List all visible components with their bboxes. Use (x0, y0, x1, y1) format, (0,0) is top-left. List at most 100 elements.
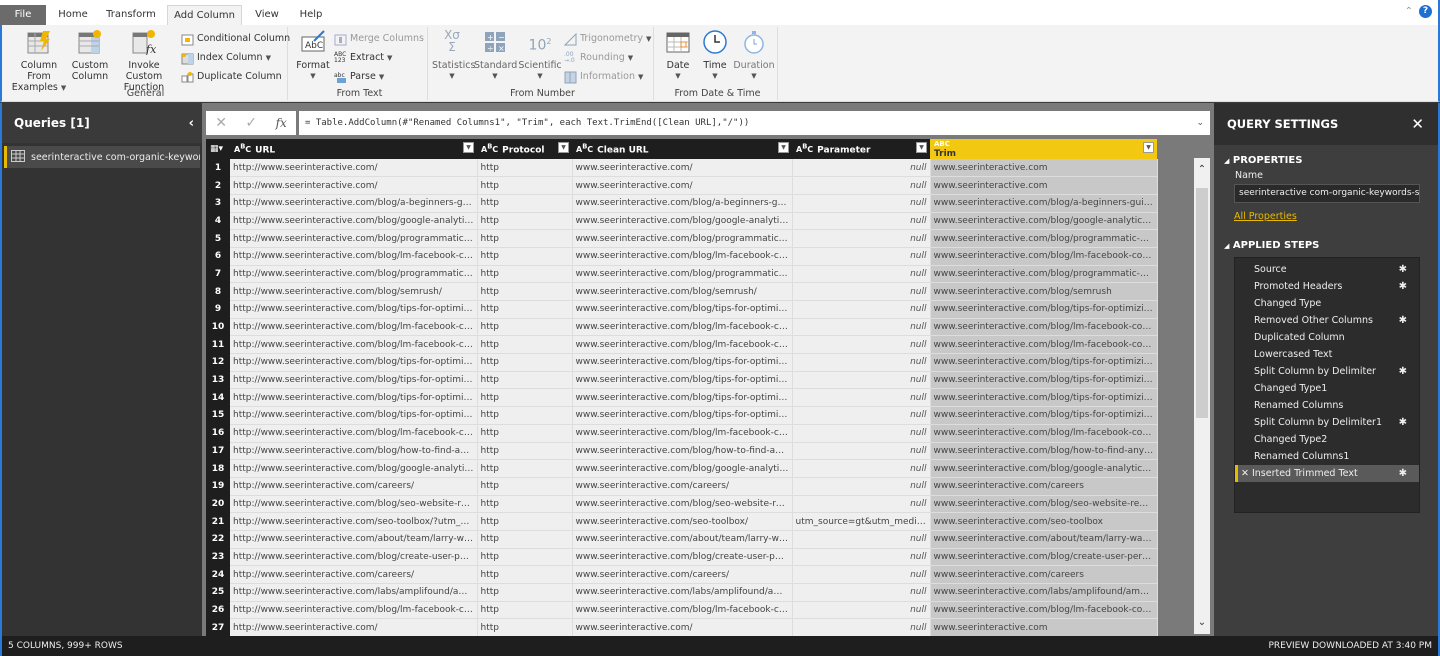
column-header-parameter[interactable]: ABC Parameter ▼ (792, 139, 930, 159)
table-cell[interactable]: www.seerinteractive.com/blog/lm-facebook… (930, 247, 1158, 266)
table-cell[interactable]: www.seerinteractive.com/careers/ (572, 477, 793, 496)
table-cell[interactable]: http (477, 406, 573, 425)
table-cell[interactable]: www.seerinteractive.com/blog/tips-for-op… (572, 388, 793, 408)
table-cell[interactable]: http://www.seerinteractive.com/blog/prog… (230, 229, 478, 248)
column-header-clean-url[interactable]: ABC Clean URL ▼ (572, 139, 792, 159)
applied-step[interactable]: Lowercased Text (1235, 346, 1419, 363)
table-cell[interactable]: http (477, 548, 573, 567)
table-cell[interactable]: http (477, 565, 573, 584)
table-cell[interactable]: http (477, 583, 573, 602)
table-cell[interactable]: http (477, 335, 573, 355)
gear-icon[interactable]: ✱ (1399, 312, 1407, 329)
table-cell[interactable]: www.seerinteractive.com/blog/seo-website… (930, 495, 1158, 514)
table-cell[interactable]: null (792, 335, 931, 355)
gear-icon[interactable]: ✱ (1399, 261, 1407, 278)
table-cell[interactable]: www.seerinteractive.com/blog/create-user… (930, 548, 1158, 567)
table-cell[interactable]: http (477, 442, 573, 461)
table-cell[interactable]: null (792, 318, 931, 337)
query-name-input[interactable]: seerinteractive com-organic-keywords-su (1234, 184, 1420, 203)
table-cell[interactable]: http://www.seerinteractive.com/blog/tips… (230, 388, 478, 408)
table-cell[interactable]: www.seerinteractive.com/blog/a-beginners… (572, 194, 793, 213)
table-cell[interactable]: www.seerinteractive.com/blog/tips-for-op… (930, 300, 1158, 319)
table-cell[interactable]: null (792, 565, 931, 584)
query-item[interactable]: seerinteractive com-organic-keywor... (4, 146, 200, 168)
table-cell[interactable]: www.seerinteractive.com/careers (930, 477, 1158, 496)
table-cell[interactable]: http (477, 300, 573, 319)
cancel-formula-icon[interactable]: ✕ (215, 115, 227, 131)
table-cell[interactable]: http (477, 424, 573, 443)
column-from-examples-button[interactable]: Column From Examples ▼ (8, 29, 70, 94)
table-cell[interactable]: http (477, 265, 573, 284)
table-cell[interactable]: http (477, 282, 573, 301)
row-number[interactable]: 8 (206, 282, 230, 301)
row-number[interactable]: 14 (206, 388, 230, 407)
row-number[interactable]: 18 (206, 459, 230, 478)
date-button[interactable]: Date ▼ (660, 29, 696, 82)
table-cell[interactable]: null (792, 459, 931, 478)
index-column-button[interactable]: Index Column ▼ (181, 50, 271, 66)
table-cell[interactable]: http (477, 353, 573, 372)
row-number[interactable]: 7 (206, 265, 230, 283)
table-cell[interactable]: http (477, 247, 573, 266)
table-cell[interactable]: null (792, 300, 931, 319)
column-header-url[interactable]: ABC URL ▼ (230, 139, 477, 159)
table-cell[interactable]: www.seerinteractive.com/blog/semrush/ (572, 282, 793, 301)
scrollbar-thumb[interactable] (1196, 188, 1208, 418)
table-cell[interactable]: www.seerinteractive.com/blog/google-anal… (572, 459, 793, 478)
table-cell[interactable]: utm_source=gt&utm_mediu... (792, 512, 931, 531)
time-button[interactable]: Time ▼ (698, 29, 732, 82)
gear-icon[interactable]: ✱ (1399, 465, 1407, 482)
table-cell[interactable]: www.seerinteractive.com/blog/lm-facebook… (930, 318, 1158, 337)
table-cell[interactable]: null (792, 548, 931, 567)
applied-step[interactable]: Renamed Columns (1235, 397, 1419, 414)
information-button[interactable]: Information ▼ (564, 69, 643, 85)
statistics-button[interactable]: Xσ Σ Statistics ▼ (432, 29, 475, 82)
table-cell[interactable]: http://www.seerinteractive.com/ (230, 159, 478, 178)
table-cell[interactable]: null (792, 176, 931, 195)
help-icon[interactable]: ? (1419, 5, 1432, 18)
table-cell[interactable]: http (477, 318, 573, 337)
applied-step[interactable]: Renamed Columns1 (1235, 448, 1419, 465)
row-number[interactable]: 22 (206, 530, 230, 549)
table-cell[interactable]: http://www.seerinteractive.com/blog/semr… (230, 282, 478, 301)
table-cell[interactable]: null (792, 477, 931, 496)
table-cell[interactable]: http://www.seerinteractive.com/ (230, 176, 478, 195)
table-cell[interactable]: www.seerinteractive.com/blog/programmati… (572, 265, 793, 284)
gear-icon[interactable]: ✱ (1399, 363, 1407, 380)
formula-input[interactable]: = Table.AddColumn(#"Renamed Columns1", "… (299, 111, 1210, 135)
all-properties-link[interactable]: All Properties (1214, 211, 1438, 222)
table-cell[interactable]: www.seerinteractive.com/about/team/larry… (930, 530, 1158, 549)
duration-button[interactable]: Duration ▼ (732, 29, 776, 82)
table-cell[interactable]: http (477, 388, 573, 408)
table-cell[interactable]: www.seerinteractive.com/blog/semrush (930, 282, 1158, 301)
conditional-column-button[interactable]: Conditional Column (181, 31, 290, 47)
table-cell[interactable]: www.seerinteractive.com/blog/lm-facebook… (572, 335, 793, 355)
row-number[interactable]: 5 (206, 229, 230, 248)
table-cell[interactable]: http (477, 512, 573, 531)
row-number[interactable]: 12 (206, 353, 230, 372)
table-cell[interactable]: http://www.seerinteractive.com/blog/lm-f… (230, 335, 478, 355)
collapse-ribbon-icon[interactable]: ⌃ (1405, 6, 1413, 17)
close-icon[interactable]: ✕ (1411, 115, 1424, 133)
table-cell[interactable]: www.seerinteractive.com/blog/google-anal… (572, 212, 793, 231)
scroll-down-icon[interactable]: ⌄ (1194, 617, 1210, 628)
table-cell[interactable]: null (792, 247, 931, 266)
duplicate-column-button[interactable]: Duplicate Column (181, 69, 282, 85)
rounding-button[interactable]: .00 →.0 Rounding ▼ (564, 50, 633, 66)
table-cell[interactable]: www.seerinteractive.com (930, 159, 1158, 178)
table-cell[interactable]: http://www.seerinteractive.com/blog/tips… (230, 406, 478, 425)
row-number[interactable]: 10 (206, 318, 230, 336)
table-cell[interactable]: http://www.seerinteractive.com/blog/seo-… (230, 495, 478, 514)
table-cell[interactable]: www.seerinteractive.com/blog/lm-facebook… (572, 601, 793, 620)
applied-step[interactable]: Changed Type1 (1235, 380, 1419, 397)
table-cell[interactable]: www.seerinteractive.com/labs/amplifound/… (930, 583, 1158, 602)
table-cell[interactable]: www.seerinteractive.com/blog/lm-facebook… (572, 247, 793, 266)
table-cell[interactable]: http://www.seerinteractive.com/blog/goog… (230, 212, 478, 231)
tab-file[interactable]: File (0, 5, 46, 25)
table-cell[interactable]: www.seerinteractive.com (930, 176, 1158, 195)
table-cell[interactable]: http://www.seerinteractive.com/blog/tips… (230, 353, 478, 372)
table-cell[interactable]: www.seerinteractive.com/blog/tips-for-op… (930, 406, 1158, 425)
table-cell[interactable]: www.seerinteractive.com/labs/amplifound/… (572, 583, 793, 602)
tab-add-column[interactable]: Add Column (167, 5, 242, 25)
table-cell[interactable]: null (792, 388, 931, 408)
